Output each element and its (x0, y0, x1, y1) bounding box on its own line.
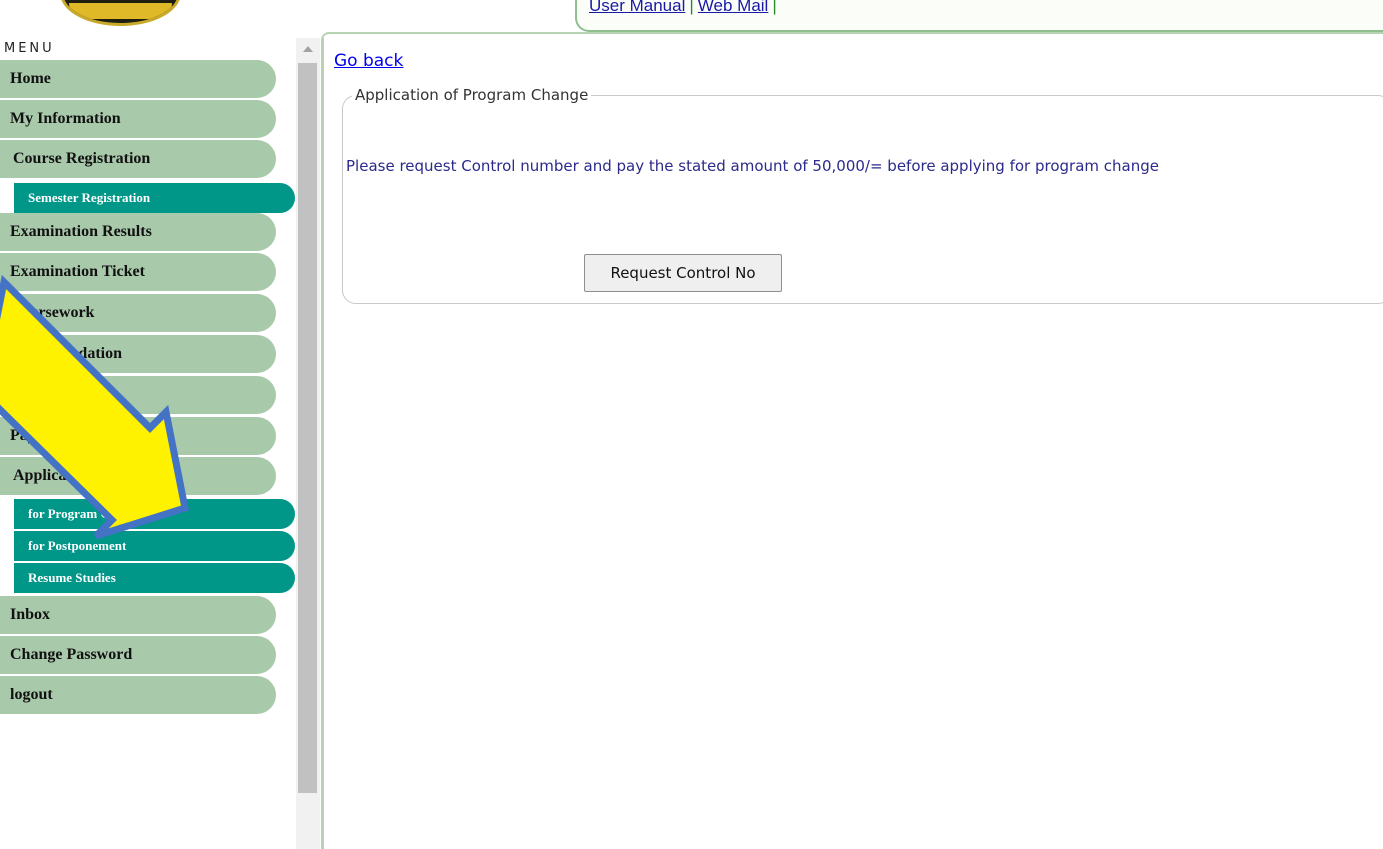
sidebar-item-coursework[interactable]: Coursework (0, 294, 276, 332)
sidebar-item-timetable[interactable]: Timetable (0, 376, 276, 414)
sidebar: Home My Information Course Registration … (0, 38, 322, 849)
sidebar-item-applications[interactable]: Applications (0, 457, 276, 495)
sidebar-subitem-resume-studies[interactable]: Resume Studies (14, 563, 295, 593)
sidebar-item-payment-history[interactable]: Payment History (0, 417, 276, 455)
sidebar-item-change-password[interactable]: Change Password (0, 636, 276, 674)
payment-notice: Please request Control number and pay th… (346, 157, 1159, 175)
sidebar-subitem-semester-registration[interactable]: Semester Registration (14, 183, 295, 213)
sidebar-subitem-postponement[interactable]: for Postponement (14, 531, 295, 561)
sidebar-scrollbar[interactable] (296, 38, 320, 849)
content-frame-border (321, 32, 1383, 40)
university-logo (60, 0, 181, 26)
content-divider (321, 38, 324, 849)
scroll-up-arrow-icon[interactable] (303, 46, 313, 52)
sidebar-item-course-registration[interactable]: Course Registration (0, 140, 276, 178)
top-links: User Manual | Web Mail | (589, 0, 781, 16)
menu-title: MENU (4, 41, 55, 56)
user-manual-link[interactable]: User Manual (589, 0, 685, 15)
program-change-fieldset (342, 95, 1383, 304)
fieldset-legend: Application of Program Change (352, 86, 592, 104)
sidebar-item-accommodation[interactable]: Accommodation (0, 335, 276, 373)
sidebar-item-logout[interactable]: logout (0, 676, 276, 714)
logo-band (69, 3, 172, 19)
top-link-bar: User Manual | Web Mail | (575, 0, 1383, 32)
scroll-thumb[interactable] (298, 63, 317, 793)
sidebar-item-my-information[interactable]: My Information (0, 100, 276, 138)
web-mail-link[interactable]: Web Mail (698, 0, 769, 15)
link-separator: | (772, 0, 777, 15)
sidebar-subitem-program-changes[interactable]: for Program Changes (14, 499, 295, 529)
request-control-no-button[interactable]: Request Control No (584, 254, 782, 292)
go-back-link[interactable]: Go back (334, 51, 403, 71)
link-separator: | (689, 0, 694, 15)
sidebar-item-examination-ticket[interactable]: Examination Ticket (0, 253, 276, 291)
sidebar-item-examination-results[interactable]: Examination Results (0, 213, 276, 251)
sidebar-item-inbox[interactable]: Inbox (0, 596, 276, 634)
sidebar-item-home[interactable]: Home (0, 60, 276, 98)
